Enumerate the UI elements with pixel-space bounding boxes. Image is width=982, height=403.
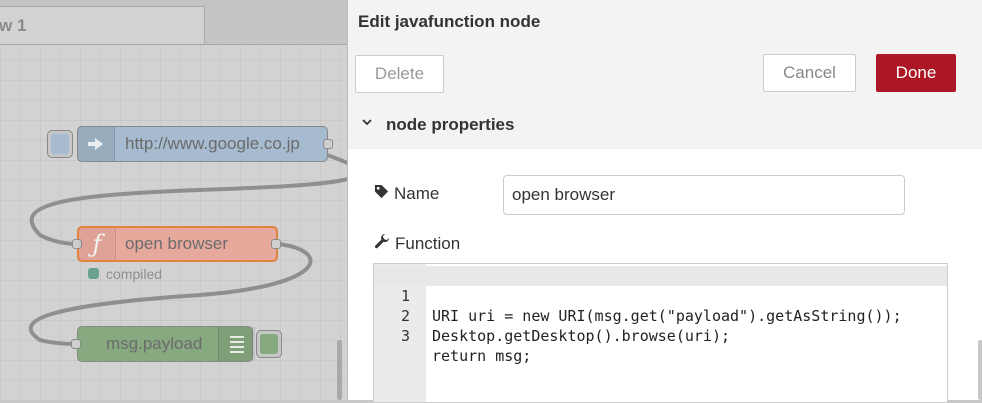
tray-scrollbar[interactable]	[978, 340, 982, 400]
debug-toggle-button[interactable]	[256, 330, 282, 358]
function-label-text: Function	[395, 233, 461, 253]
javafunction-output-port[interactable]	[271, 239, 281, 249]
line-number: 3	[400, 327, 410, 345]
inject-trigger-button[interactable]	[47, 130, 73, 158]
debug-node-label: msg.payload	[106, 334, 203, 353]
chevron-down-icon	[361, 115, 373, 134]
tray-header: Edit javafunction node	[348, 0, 982, 46]
name-input[interactable]	[503, 175, 905, 215]
code-line: 3 return msg;	[374, 306, 947, 365]
edit-tray: Edit javafunction node Delete Cancel Don…	[347, 0, 982, 403]
arrow-in-icon	[78, 127, 115, 161]
node-properties-section-header[interactable]: node properties	[348, 101, 982, 149]
wrench-icon	[374, 233, 390, 254]
debug-button-face	[260, 334, 278, 354]
workspace-scrollbar[interactable]	[337, 340, 342, 400]
code-text: Desktop.getDesktop().browse(uri);	[432, 327, 731, 345]
node-status-text: compiled	[106, 266, 163, 282]
inject-button-face	[51, 134, 69, 154]
debug-node[interactable]: msg.payload	[71, 326, 255, 362]
code-line: 2 Desktop.getDesktop().browse(uri);	[374, 286, 947, 345]
tray-toolbar: Delete Cancel Done	[348, 45, 982, 102]
code-line: 1 URI uri = new URI(msg.get("payload").g…	[374, 266, 947, 325]
section-title: node properties	[386, 115, 515, 134]
cancel-button[interactable]: Cancel	[763, 54, 856, 92]
tag-icon	[374, 184, 389, 204]
javafunction-node[interactable]: ƒ open browser	[72, 226, 281, 262]
list-icon	[218, 327, 255, 361]
flow-workspace[interactable]: w 1 http://www.google.co.jp ƒ open brows…	[0, 0, 347, 400]
status-indicator-icon	[88, 268, 99, 279]
inject-node[interactable]: http://www.google.co.jp	[77, 126, 333, 162]
function-code-editor[interactable]: 1 URI uri = new URI(msg.get("payload").g…	[373, 263, 948, 403]
function-icon: ƒ	[79, 228, 116, 260]
debug-input-port[interactable]	[71, 339, 81, 349]
code-text: return msg;	[432, 347, 532, 365]
tray-title: Edit javafunction node	[358, 12, 541, 31]
function-field-label: Function	[374, 233, 460, 254]
javafunction-node-label: open browser	[125, 234, 229, 253]
inject-output-port[interactable]	[323, 139, 333, 149]
inject-node-label: http://www.google.co.jp	[125, 134, 300, 153]
done-button[interactable]: Done	[876, 54, 956, 92]
delete-button[interactable]: Delete	[355, 55, 444, 93]
name-label-text: Name	[394, 184, 440, 203]
name-field-label: Name	[374, 184, 439, 204]
